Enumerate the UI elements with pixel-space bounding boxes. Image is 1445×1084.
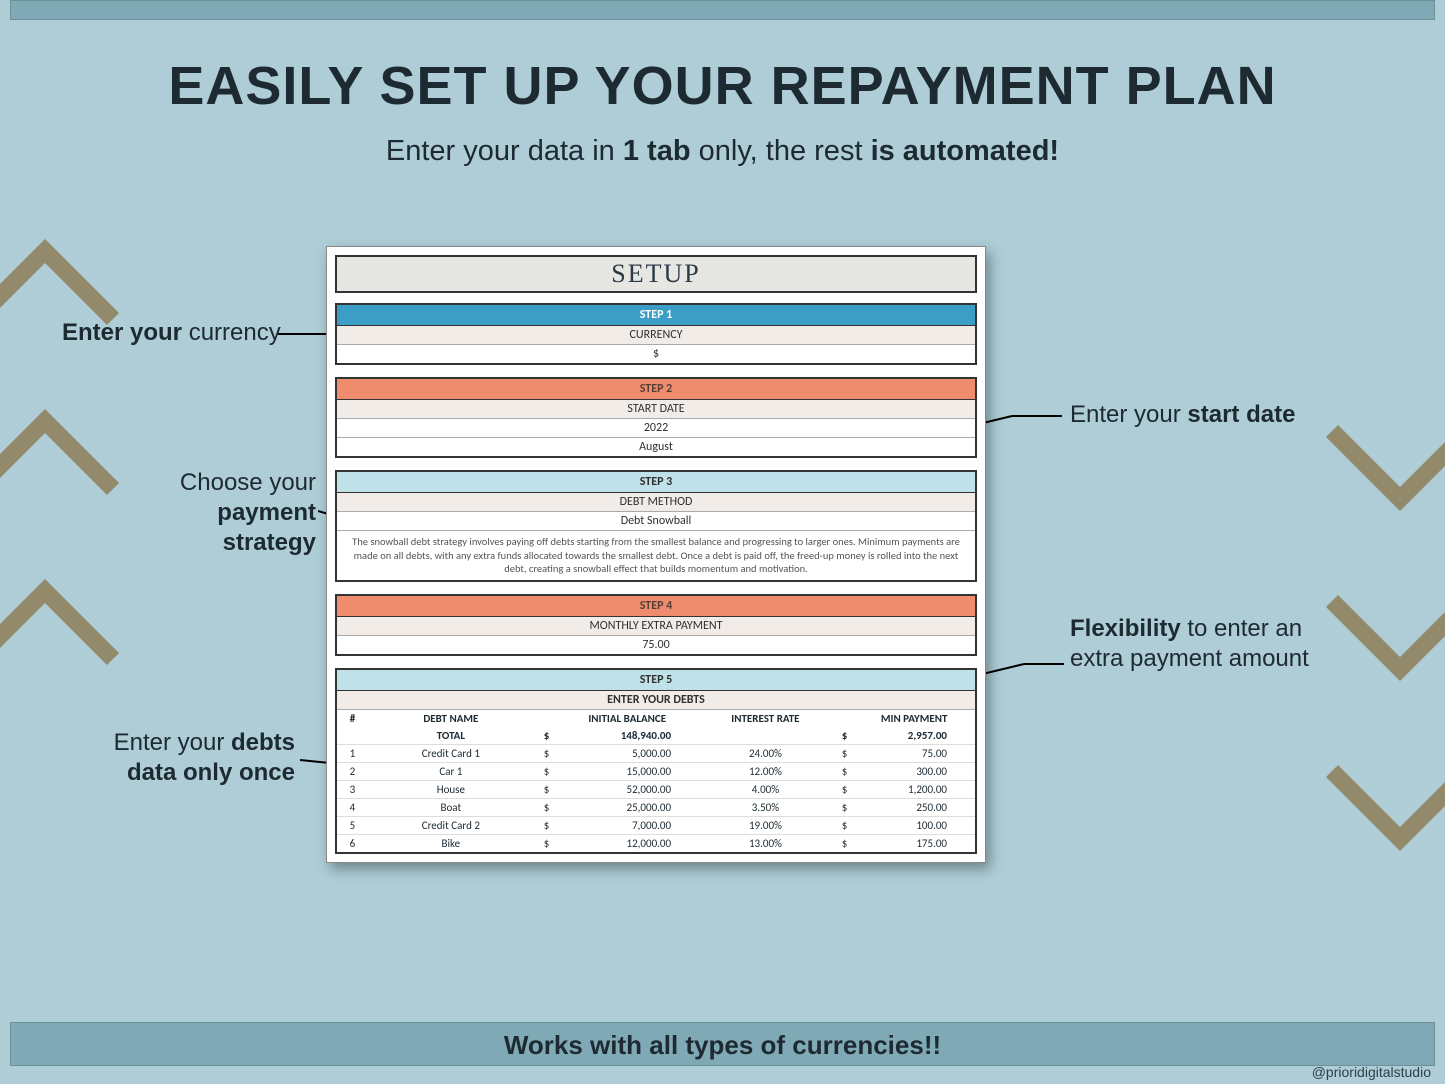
table-row: 5Credit Card 2$7,000.0019.00%$100.00 [337,816,975,834]
step5-block: STEP 5 ENTER YOUR DEBTS # DEBT NAME INIT… [335,668,977,854]
col-min: MIN PAYMENT [853,710,975,727]
step3-value: Debt Snowball [337,512,975,531]
step2-month: August [337,438,975,456]
total-label: TOTAL [368,727,534,745]
total-min: 2,957.00 [853,727,975,745]
step1-header: STEP 1 [337,305,975,326]
debts-table: # DEBT NAME INITIAL BALANCE INTEREST RAT… [337,710,975,852]
step1-value: $ [337,345,975,363]
step4-header: STEP 4 [337,596,975,617]
callout-currency: Enter your currency [62,318,281,348]
col-rate: INTEREST RATE [699,710,832,727]
chevron-down-icon [1315,550,1445,720]
sheet-title: SETUP [335,255,977,293]
col-idx: # [337,710,368,727]
step3-label: DEBT METHOD [337,493,975,512]
step5-header: STEP 5 [337,670,975,691]
callout-startdate: Enter your start date [1070,400,1300,430]
step3-description: The snowball debt strategy involves payi… [337,531,975,580]
step2-label: START DATE [337,400,975,419]
table-row: 3House$52,000.004.00%$1,200.00 [337,780,975,798]
step2-block: STEP 2 START DATE 2022 August [335,377,977,458]
table-row: 1Credit Card 1$5,000.0024.00%$75.00 [337,744,975,762]
step5-subheader: ENTER YOUR DEBTS [337,691,975,710]
step1-label: CURRENCY [337,326,975,345]
step1-block: STEP 1 CURRENCY $ [335,303,977,365]
chevron-down-icon [1315,720,1445,890]
total-balance: 148,940.00 [555,727,699,745]
callout-debts: Enter your debts data only once [85,728,295,788]
step3-header: STEP 3 [337,472,975,493]
step4-block: STEP 4 MONTHLY EXTRA PAYMENT 75.00 [335,594,977,656]
social-handle: @prioridigitalstudio [1312,1064,1431,1080]
col-name: DEBT NAME [368,710,534,727]
chevron-up-icon [0,540,130,710]
table-row: 2Car 1$15,000.0012.00%$300.00 [337,762,975,780]
step3-block: STEP 3 DEBT METHOD Debt Snowball The sno… [335,470,977,582]
headline: EASILY SET UP YOUR REPAYMENT PLAN [0,55,1445,117]
subheadline: Enter your data in 1 tab only, the rest … [0,135,1445,168]
chevron-down-icon [1315,380,1445,550]
step4-value: 75.00 [337,636,975,654]
table-row: 4Boat$25,000.003.50%$250.00 [337,798,975,816]
chevron-column-right [1315,380,1445,890]
headline-text: EASILY SET UP YOUR REPAYMENT PLAN [0,55,1445,117]
table-row: 6Bike$12,000.0013.00%$175.00 [337,834,975,852]
callout-extra: Flexibility to enter an extra payment am… [1070,614,1330,674]
chevron-up-icon [0,370,130,540]
callout-strategy: Choose yourpayment strategy [126,468,316,558]
step2-year: 2022 [337,419,975,438]
col-balance: INITIAL BALANCE [555,710,699,727]
bottom-banner: Works with all types of currencies!! [10,1022,1435,1066]
spreadsheet-screenshot: SETUP STEP 1 CURRENCY $ STEP 2 START DAT… [326,246,986,863]
chevron-column-left [0,200,130,710]
step2-header: STEP 2 [337,379,975,400]
step4-label: MONTHLY EXTRA PAYMENT [337,617,975,636]
top-accent-bar [10,0,1435,20]
